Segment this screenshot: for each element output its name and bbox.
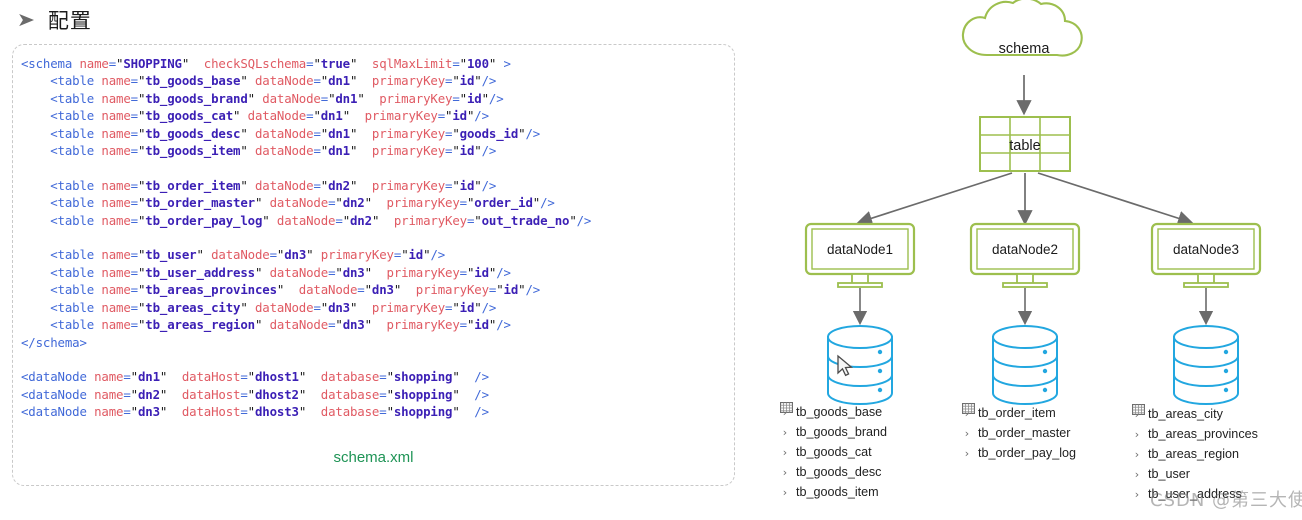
chevron-right-icon[interactable]: › xyxy=(780,446,790,459)
chevron-right-icon: ➤ xyxy=(16,9,36,31)
xml-code-block: <schema name="SHOPPING" checkSQLschema="… xyxy=(21,55,591,421)
datanode2-monitor: dataNode2 xyxy=(969,222,1081,288)
chevron-right-icon[interactable]: › xyxy=(962,447,972,460)
code-line: <table name="tb_goods_cat" dataNode="dn1… xyxy=(50,108,489,124)
table-list-item[interactable]: ›tb_goods_base xyxy=(780,402,887,422)
architecture-diagram: schema table dataNode1 dataNode2 dataNod… xyxy=(740,0,1302,520)
table-list-datanode2: ›tb_order_item›tb_order_master›tb_order_… xyxy=(962,403,1076,463)
code-line: <schema name="SHOPPING" checkSQLschema="… xyxy=(21,56,511,71)
table-list-item-label: tb_goods_brand xyxy=(796,425,888,439)
table-list-item[interactable]: ›tb_order_item xyxy=(962,403,1076,423)
table-list-item-label: tb_user xyxy=(1148,467,1191,481)
table-list-item-label: tb_order_master xyxy=(978,426,1071,440)
chevron-right-icon[interactable]: › xyxy=(1132,488,1142,501)
table-list-item[interactable]: ›tb_areas_city xyxy=(1132,404,1258,424)
chevron-right-icon[interactable]: › xyxy=(780,426,790,439)
table-list-item-label: tb_goods_base xyxy=(796,405,883,419)
code-line: <table name="tb_order_item" dataNode="dn… xyxy=(50,177,497,193)
schema-node-label: schema xyxy=(999,41,1051,57)
arrow-table-to-datanode3 xyxy=(1037,172,1194,226)
table-list-item-label: tb_goods_item xyxy=(796,485,879,499)
table-list-item-label: tb_order_item xyxy=(978,406,1056,420)
code-line: <table name="tb_areas_region" dataNode="… xyxy=(50,317,511,333)
page-title: 配置 xyxy=(47,9,92,33)
table-list-item-label: tb_areas_provinces xyxy=(1148,427,1258,441)
schema-cloud-node: schema xyxy=(961,0,1083,57)
datanode3-monitor: dataNode3 xyxy=(1150,222,1262,288)
table-list-item[interactable]: › tb_areas_region xyxy=(1132,404,1258,464)
code-line: <table name="tb_order_master" dataNode="… xyxy=(50,195,555,211)
code-line: <table name="tb_areas_provinces" dataNod… xyxy=(50,282,541,298)
table-list-item[interactable]: › tb_order_master xyxy=(962,403,1076,443)
table-list-item[interactable]: › tb_order_pay_log xyxy=(962,403,1077,463)
datanode1-monitor: dataNode1 xyxy=(804,222,916,288)
table-grid-node: table xyxy=(979,116,1071,172)
code-line: <table name="tb_user" dataNode="dn3" pri… xyxy=(50,247,446,263)
code-line: <dataNode name="dn2" dataHost="dhost2" d… xyxy=(21,386,489,402)
code-panel: <schema name="SHOPPING" checkSQLschema="… xyxy=(12,44,735,486)
table-node-label: table xyxy=(1009,138,1040,154)
code-line: <table name="tb_areas_city" dataNode="dn… xyxy=(50,299,497,315)
table-list-item-label: tb_goods_desc xyxy=(796,465,882,479)
table-list-item-label: tb_areas_city xyxy=(1148,407,1223,421)
database-cylinder-3 xyxy=(1173,325,1239,405)
table-grid-icon xyxy=(962,403,975,414)
table-list-item[interactable]: › tb_user xyxy=(1132,404,1258,484)
code-line: <dataNode name="dn1" dataHost="dhost1" d… xyxy=(21,369,489,385)
table-list-item-label: tb_order_pay_log xyxy=(978,446,1077,460)
chevron-right-icon[interactable]: › xyxy=(1132,468,1142,481)
table-list-datanode1: ›tb_goods_base›tb_goods_brand›tb_goods_c… xyxy=(780,402,887,502)
table-list-item[interactable]: › tb_goods_cat xyxy=(780,402,887,462)
table-list-item-label: tb_goods_cat xyxy=(796,445,872,459)
datanode3-label: dataNode3 xyxy=(1173,242,1239,257)
table-list-item[interactable]: › tb_goods_brand xyxy=(780,402,888,442)
chevron-right-icon[interactable]: › xyxy=(1132,428,1142,441)
csdn-watermark: CSDN @第三大使 xyxy=(1150,490,1302,511)
chevron-right-icon[interactable]: › xyxy=(780,486,790,499)
code-line: <table name="tb_goods_brand" dataNode="d… xyxy=(50,90,504,106)
database-cylinder-2 xyxy=(992,325,1058,405)
code-line: <table name="tb_goods_item" dataNode="dn… xyxy=(50,143,497,159)
table-list-item[interactable]: › tb_goods_desc xyxy=(780,402,887,482)
datanode1-label: dataNode1 xyxy=(827,242,893,257)
code-line: <table name="tb_user_address" dataNode="… xyxy=(50,264,511,280)
code-line: <dataNode name="dn3" dataHost="dhost3" d… xyxy=(21,404,489,420)
table-list-item-label: tb_areas_region xyxy=(1148,447,1240,461)
arrow-table-to-datanode1 xyxy=(856,172,1013,226)
page-header: ➤ 配置 xyxy=(16,4,92,36)
code-line: </schema> xyxy=(21,334,87,350)
chevron-right-icon[interactable]: › xyxy=(1132,448,1142,461)
table-grid-icon xyxy=(1132,404,1145,415)
code-line: <table name="tb_order_pay_log" dataNode=… xyxy=(50,212,592,228)
table-list-item[interactable]: › tb_areas_provinces xyxy=(1132,404,1258,444)
code-line: <table name="tb_goods_base" dataNode="dn… xyxy=(50,73,497,89)
code-line: <table name="tb_goods_desc" dataNode="dn… xyxy=(50,125,541,141)
chevron-right-icon[interactable]: › xyxy=(962,427,972,440)
datanode2-label: dataNode2 xyxy=(992,242,1058,257)
table-grid-icon xyxy=(780,402,793,413)
code-caption: schema.xml xyxy=(333,449,414,466)
chevron-right-icon[interactable]: › xyxy=(780,466,790,479)
table-list-item[interactable]: › tb_goods_item xyxy=(780,402,887,502)
